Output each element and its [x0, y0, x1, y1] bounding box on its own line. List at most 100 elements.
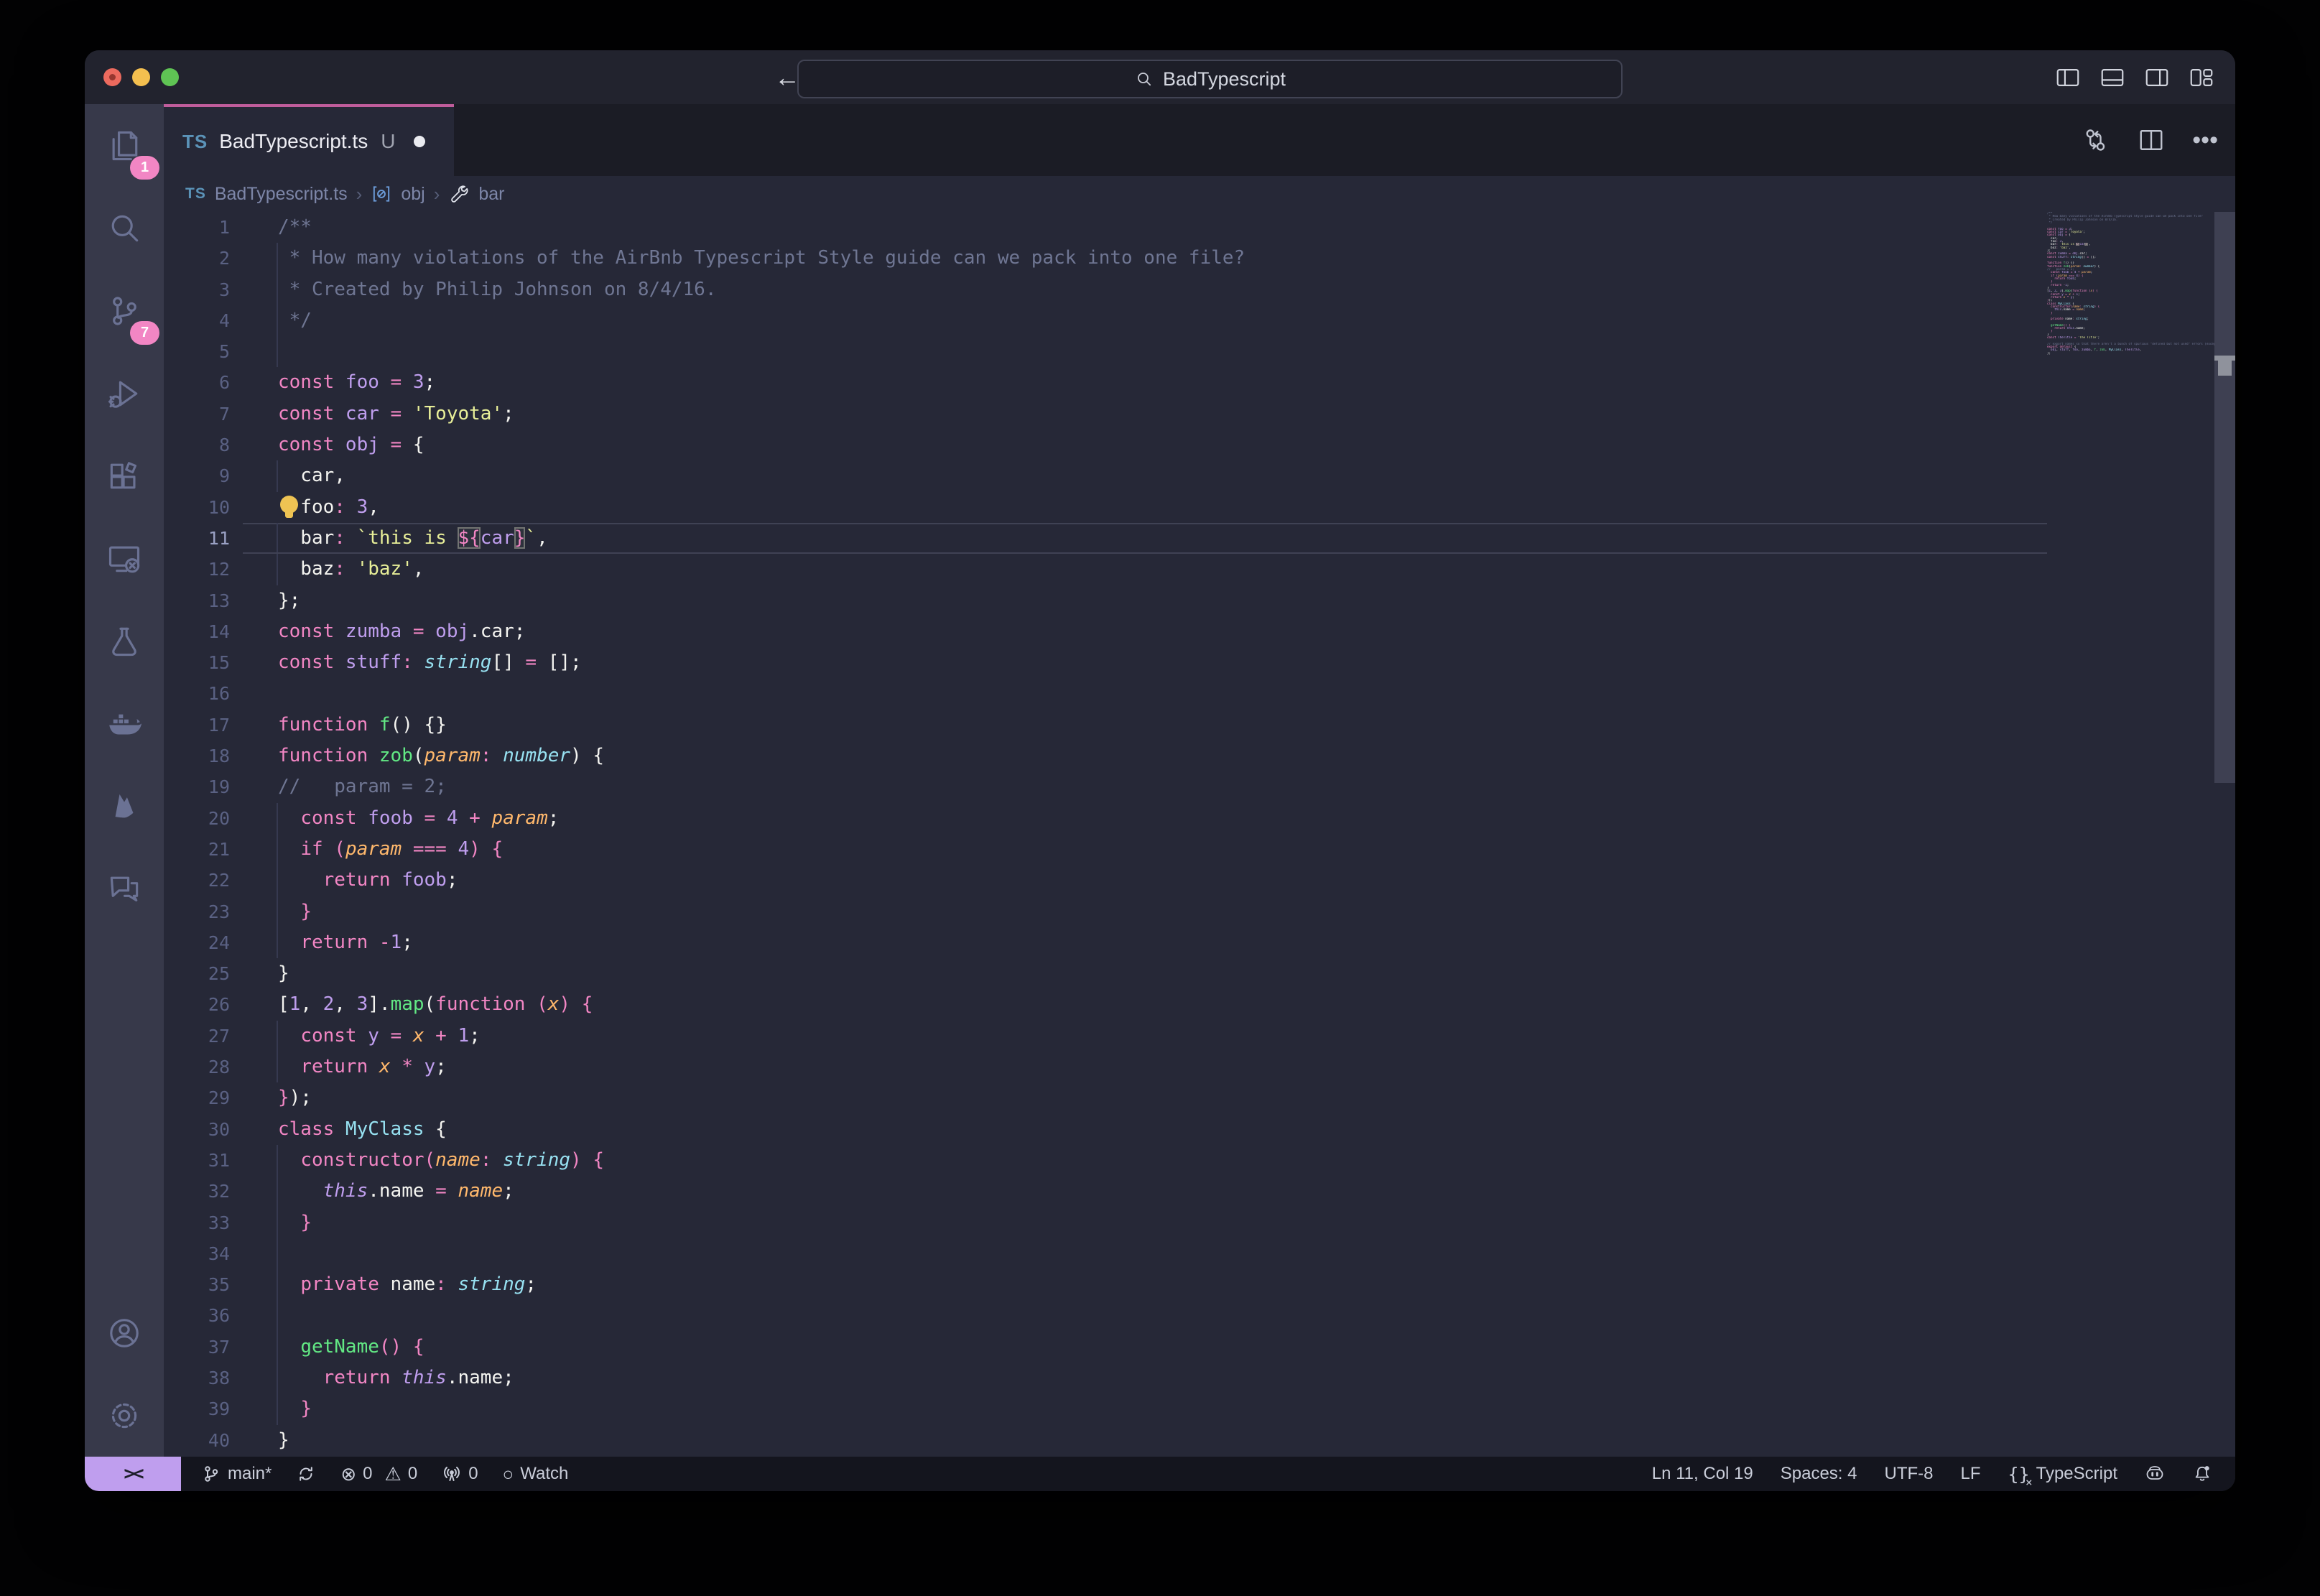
line-number[interactable]: 30	[164, 1114, 230, 1145]
activity-bar-item-docker[interactable]	[85, 682, 164, 765]
code-line[interactable]: 40}	[164, 1425, 2047, 1456]
toggle-secondary-sidebar-icon[interactable]	[2143, 64, 2171, 91]
line-number[interactable]: 14	[164, 616, 230, 647]
code-line[interactable]: 27 const y = x + 1;	[164, 1021, 2047, 1052]
code-line[interactable]: 6const foo = 3;	[164, 367, 2047, 398]
status-problems[interactable]: ⊗0⚠0	[340, 1464, 417, 1484]
code-line[interactable]: 28 return x * y;	[164, 1052, 2047, 1082]
status-indentation[interactable]: Spaces: 4	[1781, 1464, 1857, 1484]
modified-dot-icon[interactable]	[414, 136, 425, 147]
line-number[interactable]: 24	[164, 927, 230, 958]
code-line[interactable]: 30class MyClass {	[164, 1114, 2047, 1145]
activity-bar-item-explorer[interactable]: 1	[85, 104, 164, 187]
code-line[interactable]: 37 getName() {	[164, 1332, 2047, 1363]
status-eol[interactable]: LF	[1960, 1464, 1980, 1484]
line-number[interactable]: 31	[164, 1145, 230, 1176]
line-number[interactable]: 18	[164, 741, 230, 771]
toggle-primary-sidebar-icon[interactable]	[2054, 64, 2082, 91]
line-number[interactable]: 23	[164, 896, 230, 927]
code-line[interactable]: 11 bar: `this is ${car}`,	[164, 523, 2047, 554]
line-number[interactable]: 9	[164, 460, 230, 491]
line-number[interactable]: 33	[164, 1207, 230, 1238]
code-line[interactable]: 34	[164, 1238, 2047, 1269]
line-number[interactable]: 20	[164, 803, 230, 834]
code-line[interactable]: 22 return foob;	[164, 865, 2047, 896]
code-line[interactable]: 18function zob(param: number) {	[164, 741, 2047, 771]
line-number[interactable]: 7	[164, 399, 230, 430]
code-line[interactable]: 36	[164, 1300, 2047, 1331]
line-number[interactable]: 39	[164, 1393, 230, 1424]
line-number[interactable]: 5	[164, 336, 230, 367]
code-line[interactable]: 10 foo: 3,	[164, 492, 2047, 523]
activity-bar-item-remote-explorer[interactable]	[85, 517, 164, 600]
code-line[interactable]: 15const stuff: string[] = [];	[164, 647, 2047, 678]
code-line[interactable]: 19// param = 2;	[164, 771, 2047, 802]
line-number[interactable]: 28	[164, 1052, 230, 1082]
code-line[interactable]: 14const zumba = obj.car;	[164, 616, 2047, 647]
code-line[interactable]: 8const obj = {	[164, 430, 2047, 460]
tab-badtypescript[interactable]: TS BadTypescript.ts U	[164, 104, 454, 176]
remote-indicator[interactable]: ><	[85, 1457, 181, 1491]
breadcrumb-symbol-obj[interactable]: obj	[401, 184, 424, 205]
code-line[interactable]: 2 * How many violations of the AirBnb Ty…	[164, 243, 2047, 274]
minimize-button[interactable]	[132, 68, 150, 86]
line-number[interactable]: 17	[164, 710, 230, 741]
activity-bar-item-run-debug[interactable]	[85, 352, 164, 435]
scrollbar-thumb[interactable]	[2214, 212, 2235, 783]
command-center-search[interactable]: BadTypescript	[797, 60, 1623, 98]
code-line[interactable]: 23 }	[164, 896, 2047, 927]
line-number[interactable]: 6	[164, 367, 230, 398]
activity-bar-item-source-control[interactable]: 7	[85, 269, 164, 352]
line-number[interactable]: 26	[164, 989, 230, 1020]
code-line[interactable]: 39 }	[164, 1393, 2047, 1424]
code-line[interactable]: 9 car,	[164, 460, 2047, 491]
line-number[interactable]: 29	[164, 1082, 230, 1113]
line-number[interactable]: 40	[164, 1425, 230, 1456]
line-number[interactable]: 35	[164, 1269, 230, 1300]
line-number[interactable]: 27	[164, 1021, 230, 1052]
code-line[interactable]: 17function f() {}	[164, 710, 2047, 741]
line-number[interactable]: 25	[164, 958, 230, 989]
activity-bar-item-extensions[interactable]	[85, 435, 164, 517]
activity-bar-item-search[interactable]	[85, 187, 164, 269]
line-number[interactable]: 3	[164, 274, 230, 305]
activity-bar-item-firebase[interactable]	[85, 765, 164, 848]
activity-bar-item-settings[interactable]	[85, 1374, 164, 1457]
code-line[interactable]: 38 return this.name;	[164, 1363, 2047, 1393]
status-notifications[interactable]	[2192, 1464, 2212, 1484]
code-line[interactable]: 7const car = 'Toyota';	[164, 399, 2047, 430]
code-line[interactable]: 4 */	[164, 305, 2047, 336]
status-git-branch[interactable]: main*	[201, 1464, 272, 1484]
line-number[interactable]: 1	[164, 212, 230, 243]
line-number[interactable]: 12	[164, 554, 230, 585]
line-number[interactable]: 36	[164, 1300, 230, 1331]
breadcrumb-file[interactable]: BadTypescript.ts	[215, 184, 348, 205]
code-line[interactable]: 3 * Created by Philip Johnson on 8/4/16.	[164, 274, 2047, 305]
line-number[interactable]: 19	[164, 771, 230, 802]
code-line[interactable]: 35 private name: string;	[164, 1269, 2047, 1300]
activity-bar-item-accounts[interactable]	[85, 1291, 164, 1374]
zoom-button[interactable]	[161, 68, 179, 86]
code-line[interactable]: 20 const foob = 4 + param;	[164, 803, 2047, 834]
status-cursor-position[interactable]: Ln 11, Col 19	[1652, 1464, 1753, 1484]
code-line[interactable]: 13};	[164, 585, 2047, 616]
line-number[interactable]: 13	[164, 585, 230, 616]
status-copilot[interactable]	[2145, 1464, 2165, 1484]
line-number[interactable]: 34	[164, 1238, 230, 1269]
line-number[interactable]: 22	[164, 865, 230, 896]
code-line[interactable]: 24 return -1;	[164, 927, 2047, 958]
line-number[interactable]: 16	[164, 678, 230, 709]
line-number[interactable]: 32	[164, 1176, 230, 1207]
status-sync[interactable]	[296, 1464, 316, 1484]
line-number[interactable]: 2	[164, 243, 230, 274]
line-number[interactable]: 8	[164, 430, 230, 460]
line-number[interactable]: 4	[164, 305, 230, 336]
minimap[interactable]: /** * How many violations of the AirBnb …	[2047, 212, 2214, 1457]
code-line[interactable]: 5	[164, 336, 2047, 367]
line-number[interactable]: 37	[164, 1332, 230, 1363]
status-ports[interactable]: 0	[442, 1464, 478, 1484]
customize-layout-icon[interactable]	[2188, 64, 2215, 91]
close-button[interactable]	[103, 68, 121, 86]
open-changes-icon[interactable]	[2080, 125, 2110, 155]
line-number[interactable]: 15	[164, 647, 230, 678]
